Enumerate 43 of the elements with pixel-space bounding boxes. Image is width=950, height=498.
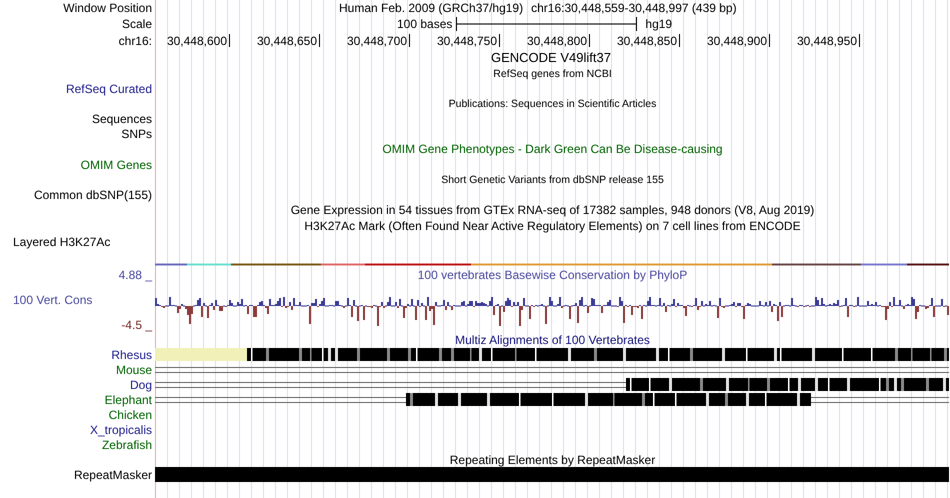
ruler-tick-label: 30,448,950 [796, 34, 857, 48]
row-label: Window Position [63, 1, 152, 15]
track-label[interactable]: 100 Vert. Cons [0, 293, 92, 307]
ruler-tick-label: 30,448,650 [256, 34, 317, 48]
ruler-tick-label: 30,448,600 [166, 34, 227, 48]
track-title: Repeating Elements by RepeatMasker [450, 452, 656, 466]
ruler-tick-label: 30,448,900 [706, 34, 767, 48]
ruler-tick-label: 30,448,800 [526, 34, 587, 48]
assembly-label: hg19 [645, 17, 672, 31]
scale-bar-icon [456, 17, 638, 31]
track-title: H3K27Ac Mark (Often Found Near Active Regulatory Elements) on 7 cell lines from ENCODE [304, 219, 801, 233]
track-label[interactable]: RefSeq Curated [66, 82, 152, 96]
track-label[interactable]: Sequences [92, 112, 152, 126]
row-label: Scale [122, 17, 152, 31]
track-label[interactable]: Common dbSNP(155) [34, 188, 152, 202]
scale-text: 100 bases [397, 17, 452, 31]
track-label[interactable]: OMIM Genes [80, 158, 152, 172]
track-label[interactable]: RepeatMasker [74, 468, 152, 482]
track-title: Multiz Alignments of 100 Vertebrates [455, 332, 650, 346]
assembly-title: Human Feb. 2009 (GRCh37/hg19) [339, 1, 524, 15]
species-label[interactable]: Mouse [116, 362, 152, 376]
species-label[interactable]: Zebrafish [102, 438, 152, 452]
ruler-tick-label: 30,448,750 [436, 34, 497, 48]
position-text: chr16:30,448,559-30,448,997 (439 bp) [531, 1, 737, 15]
species-label[interactable]: X_tropicalis [90, 422, 152, 436]
track-caption: RefSeq genes from NCBI [493, 66, 612, 80]
species-label[interactable]: Elephant [104, 392, 152, 406]
track-caption: Publications: Sequences in Scientific Articles [448, 96, 656, 110]
track-title: GENCODE V49lift37 [491, 50, 611, 64]
track-title: 100 vertebrates Basewise Conservation by PhyloP [418, 268, 688, 282]
axis-max-label: 4.88 _ [118, 268, 152, 282]
track-label[interactable]: Layered H3K27Ac [13, 235, 110, 249]
ruler-tick-label: 30,448,850 [616, 34, 677, 48]
axis-min-label: -4.5 _ [121, 318, 152, 332]
track-caption: Short Genetic Variants from dbSNP release 155 [441, 172, 664, 186]
species-label[interactable]: Rhesus [111, 348, 152, 362]
species-label[interactable]: Dog [130, 378, 152, 392]
track-label[interactable]: SNPs [121, 126, 152, 140]
track-title: Gene Expression in 54 tissues from GTEx RNA-seq of 17382 samples, 948 donors (V8, Aug 2019) [290, 203, 814, 217]
ruler-tick-label: 30,448,700 [346, 34, 407, 48]
chromosome-label: chr16: [118, 34, 152, 48]
track-title: OMIM Gene Phenotypes - Dark Green Can Be Disease-causing [382, 142, 723, 156]
species-label[interactable]: Chicken [108, 408, 152, 422]
